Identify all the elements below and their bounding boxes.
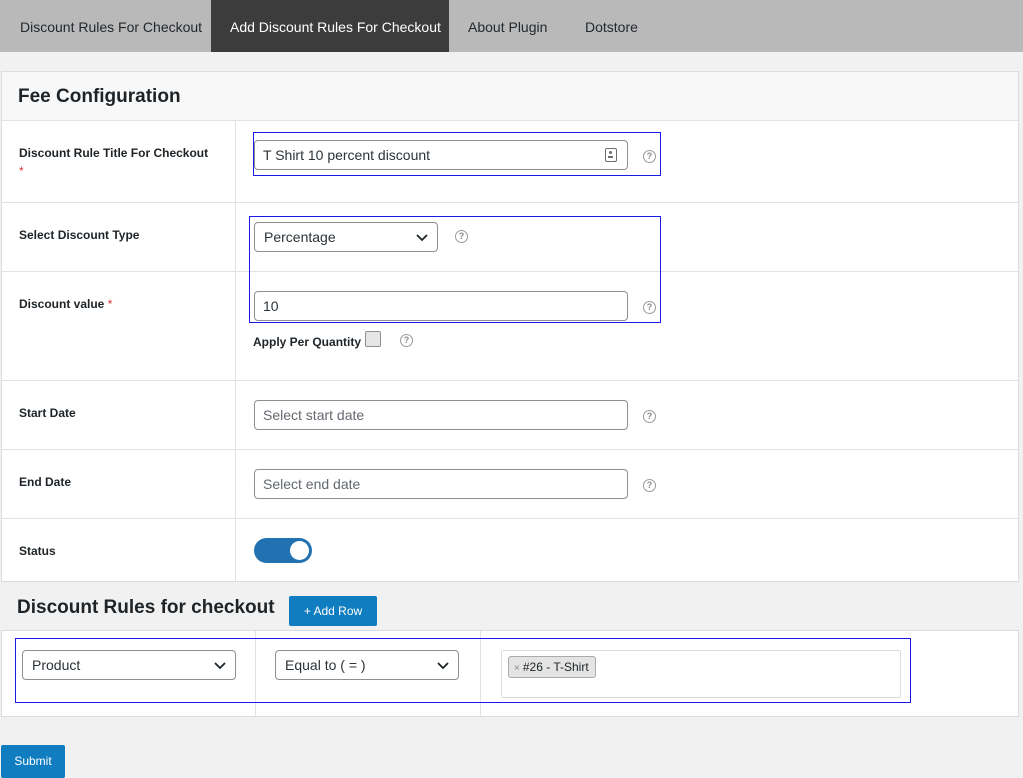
product-tag-input[interactable]: × #26 - T-Shirt	[501, 650, 901, 698]
tab-discount-rules-for-checkout[interactable]: Discount Rules For Checkout	[0, 0, 210, 52]
apply-per-quantity-checkbox[interactable]	[365, 331, 381, 347]
rule-title-input[interactable]: T Shirt 10 percent discount	[254, 140, 628, 170]
tag-remove-icon[interactable]: ×	[514, 663, 520, 674]
apply-per-quantity-label: Apply Per Quantity	[253, 335, 362, 349]
help-icon[interactable]: ?	[400, 334, 413, 347]
row-divider	[2, 449, 1018, 450]
chevron-down-icon	[416, 234, 428, 242]
tab-add-discount-rules[interactable]: Add Discount Rules For Checkout	[211, 0, 449, 52]
end-date-label: End Date	[19, 475, 72, 489]
add-row-button[interactable]: + Add Row	[289, 596, 377, 626]
start-date-label: Start Date	[19, 406, 76, 420]
top-tab-bar: Discount Rules For Checkout Add Discount…	[0, 0, 1023, 52]
discount-value-input[interactable]: 10	[254, 291, 628, 321]
status-label: Status	[19, 544, 56, 558]
rules-table: Product Equal to ( = ) × #26 - T-Shirt	[1, 630, 1019, 717]
chevron-down-icon	[214, 662, 226, 670]
required-mark: *	[19, 164, 24, 178]
column-divider	[480, 631, 481, 716]
end-date-input[interactable]: Select end date	[254, 469, 628, 499]
product-tag: × #26 - T-Shirt	[508, 656, 596, 678]
help-icon[interactable]: ?	[643, 479, 656, 492]
rule-title-label: Discount Rule Title For Checkout	[19, 146, 209, 160]
discount-type-select[interactable]: Percentage	[254, 222, 438, 252]
column-divider	[235, 121, 236, 582]
submit-button[interactable]: Submit	[1, 745, 65, 778]
operator-select[interactable]: Equal to ( = )	[275, 650, 459, 680]
help-icon[interactable]: ?	[643, 301, 656, 314]
row-divider	[2, 271, 1018, 272]
rules-section-title: Discount Rules for checkout	[17, 597, 275, 618]
discount-value-label: Discount value *	[19, 297, 113, 311]
row-divider	[2, 202, 1018, 203]
start-date-input[interactable]: Select start date	[254, 400, 628, 430]
tab-about-plugin[interactable]: About Plugin	[468, 0, 547, 52]
panel-title: Fee Configuration	[18, 86, 181, 107]
row-divider	[2, 518, 1018, 519]
contact-card-icon[interactable]	[605, 148, 617, 162]
chevron-down-icon	[437, 662, 449, 670]
tab-dotstore[interactable]: Dotstore	[585, 0, 638, 52]
panel-header: Fee Configuration	[2, 72, 1018, 121]
discount-type-label: Select Discount Type	[19, 228, 140, 242]
condition-select[interactable]: Product	[22, 650, 236, 680]
help-icon[interactable]: ?	[643, 410, 656, 423]
status-toggle[interactable]	[254, 538, 312, 563]
help-icon[interactable]: ?	[643, 150, 656, 163]
row-divider	[2, 380, 1018, 381]
column-divider	[255, 631, 256, 716]
required-mark: *	[107, 297, 113, 311]
help-icon[interactable]: ?	[455, 230, 468, 243]
toggle-knob	[290, 541, 309, 560]
